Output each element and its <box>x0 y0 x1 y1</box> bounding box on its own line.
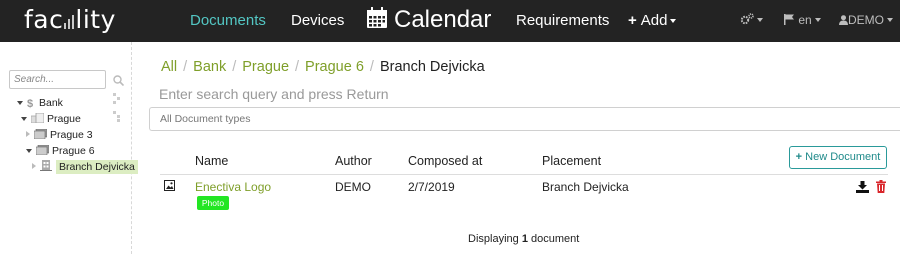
expanded-arrow-icon[interactable] <box>21 117 27 121</box>
nav-requirements[interactable]: Requirements <box>516 12 609 29</box>
breadcrumb-current: Branch Dejvicka <box>379 59 485 75</box>
expand-tree-icon[interactable] <box>113 110 121 122</box>
tree-node-prague-6[interactable]: Prague 6 <box>26 144 95 157</box>
building-icon <box>40 160 52 171</box>
nav-calendar-label: Calendar <box>394 6 492 33</box>
breadcrumb-prague-6[interactable]: Prague 6 <box>305 59 364 75</box>
pagination-summary: Displaying 1 document <box>468 233 579 245</box>
city-icon <box>30 112 45 124</box>
nav-add[interactable]: + Add <box>628 12 677 29</box>
column-header-author[interactable]: Author <box>335 154 372 168</box>
breadcrumb-separator: / <box>369 59 374 75</box>
chevron-down-icon <box>887 18 893 22</box>
chevron-down-icon <box>814 18 821 22</box>
tree-node-label: Prague <box>47 113 81 125</box>
breadcrumb-all[interactable]: All <box>161 59 177 75</box>
language-label: en <box>798 13 812 27</box>
document-search-input[interactable]: Enter search query and press Return <box>159 86 389 102</box>
plus-icon: + <box>795 151 803 163</box>
document-tag-badge[interactable]: Photo <box>197 196 229 210</box>
tree-search-controls <box>113 73 131 127</box>
column-header-name[interactable]: Name <box>195 154 228 168</box>
search-icon[interactable] <box>113 75 125 87</box>
top-navbar: fac lity Documents Devices Calendar Requi… <box>0 0 900 42</box>
breadcrumb-bank[interactable]: Bank <box>193 59 226 75</box>
table-header-divider <box>160 174 888 175</box>
user-label: DEMO <box>848 13 884 27</box>
calendar-icon <box>366 7 388 29</box>
column-header-placement[interactable]: Placement <box>542 154 601 168</box>
image-file-icon <box>164 180 175 191</box>
expanded-arrow-icon[interactable] <box>17 101 23 105</box>
chevron-down-icon <box>757 18 763 22</box>
bank-icon: $ <box>27 98 34 110</box>
nav-devices[interactable]: Devices <box>291 12 344 29</box>
language-menu[interactable]: en <box>784 13 821 27</box>
document-placement: Branch Dejvicka <box>542 180 629 194</box>
document-type-select[interactable]: All Document types <box>149 107 900 131</box>
new-document-label: New Document <box>805 151 881 163</box>
user-menu[interactable]: DEMO <box>839 13 893 27</box>
app-logo[interactable]: fac lity <box>24 5 116 34</box>
trash-icon[interactable] <box>876 180 886 193</box>
chevron-down-icon <box>670 19 677 23</box>
breadcrumb-separator: / <box>183 59 188 75</box>
settings-menu[interactable] <box>740 13 763 27</box>
gears-icon <box>740 13 754 25</box>
tree-node-prague-3[interactable]: Prague 3 <box>26 128 93 141</box>
district-icon <box>33 128 48 140</box>
breadcrumb: All / Bank / Prague / Prague 6 / Branch Dejvicka <box>161 59 485 75</box>
plus-icon: + <box>628 12 637 29</box>
document-author: DEMO <box>335 180 371 194</box>
tree-node-branch-dejvicka[interactable]: Branch Dejvicka <box>32 160 138 174</box>
logo-bars-icon <box>64 15 75 29</box>
nav-calendar[interactable]: Calendar <box>366 6 491 34</box>
tree-node-bank[interactable]: $ Bank <box>17 97 63 110</box>
pagination-prefix: Displaying <box>468 233 519 245</box>
tree-node-label: Branch Dejvicka <box>56 160 138 174</box>
collapse-tree-icon[interactable] <box>113 92 121 104</box>
district-icon <box>35 144 50 156</box>
pagination-suffix: document <box>531 233 580 245</box>
tree-node-label: Bank <box>39 97 63 109</box>
tree-node-label: Prague 3 <box>50 129 93 141</box>
flag-icon <box>784 14 794 25</box>
tree-sidebar: Search... $ Bank Prague Prague 3 Prague 6… <box>0 42 138 254</box>
nav-documents[interactable]: Documents <box>190 12 266 29</box>
collapsed-arrow-icon[interactable] <box>26 131 30 137</box>
collapsed-arrow-icon[interactable] <box>32 163 36 169</box>
tree-search-input[interactable]: Search... <box>9 70 106 89</box>
new-document-button[interactable]: + New Document <box>789 146 887 169</box>
column-header-composed-at[interactable]: Composed at <box>408 154 482 168</box>
document-name-link[interactable]: Enectiva Logo <box>195 180 271 194</box>
expanded-arrow-icon[interactable] <box>26 149 32 153</box>
document-composed-at: 2/7/2019 <box>408 180 455 194</box>
breadcrumb-prague[interactable]: Prague <box>242 59 289 75</box>
tree-node-label: Prague 6 <box>52 145 95 157</box>
user-icon <box>839 15 848 25</box>
nav-add-label: Add <box>640 12 668 29</box>
document-count: 1 <box>521 233 528 245</box>
tree-node-prague[interactable]: Prague <box>21 112 81 125</box>
breadcrumb-separator: / <box>232 59 237 75</box>
breadcrumb-separator: / <box>295 59 300 75</box>
download-icon[interactable] <box>856 181 869 193</box>
